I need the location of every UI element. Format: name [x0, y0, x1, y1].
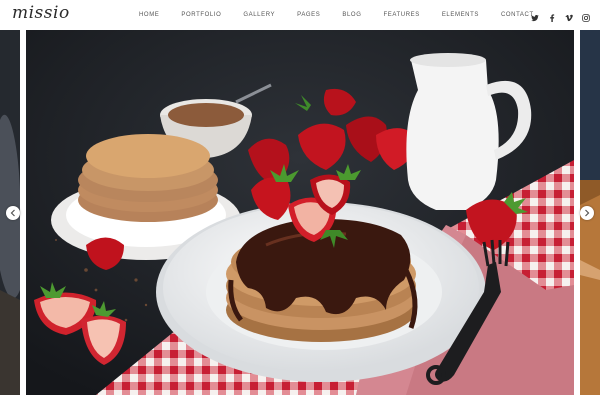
- nav-gallery[interactable]: GALLERY: [232, 12, 286, 18]
- slider-next-button[interactable]: [580, 206, 594, 220]
- nav-elements[interactable]: ELEMENTS: [431, 12, 490, 18]
- social-links: [531, 9, 590, 22]
- hero-slide-image: [26, 30, 574, 395]
- nav-blog[interactable]: BLOG: [331, 12, 372, 18]
- facebook-icon[interactable]: [548, 9, 556, 22]
- slider-prev-button[interactable]: [6, 206, 20, 220]
- nav-pages[interactable]: PAGES: [286, 12, 331, 18]
- nav-home[interactable]: HOME: [128, 12, 170, 18]
- chevron-left-icon: [10, 209, 15, 217]
- nav-portfolio[interactable]: PORTFOLIO: [170, 12, 232, 18]
- twitter-icon[interactable]: [531, 9, 539, 22]
- nav-features[interactable]: FEATURES: [372, 12, 430, 18]
- main-nav: HOME PORTFOLIO GALLERY PAGES BLOG FEATUR…: [128, 0, 545, 30]
- instagram-icon[interactable]: [582, 9, 590, 22]
- vimeo-icon[interactable]: [565, 9, 573, 22]
- chevron-right-icon: [585, 209, 590, 217]
- hero-slider: [0, 30, 600, 400]
- site-header: missio HOME PORTFOLIO GALLERY PAGES BLOG…: [0, 0, 600, 30]
- site-logo[interactable]: missio: [12, 3, 70, 23]
